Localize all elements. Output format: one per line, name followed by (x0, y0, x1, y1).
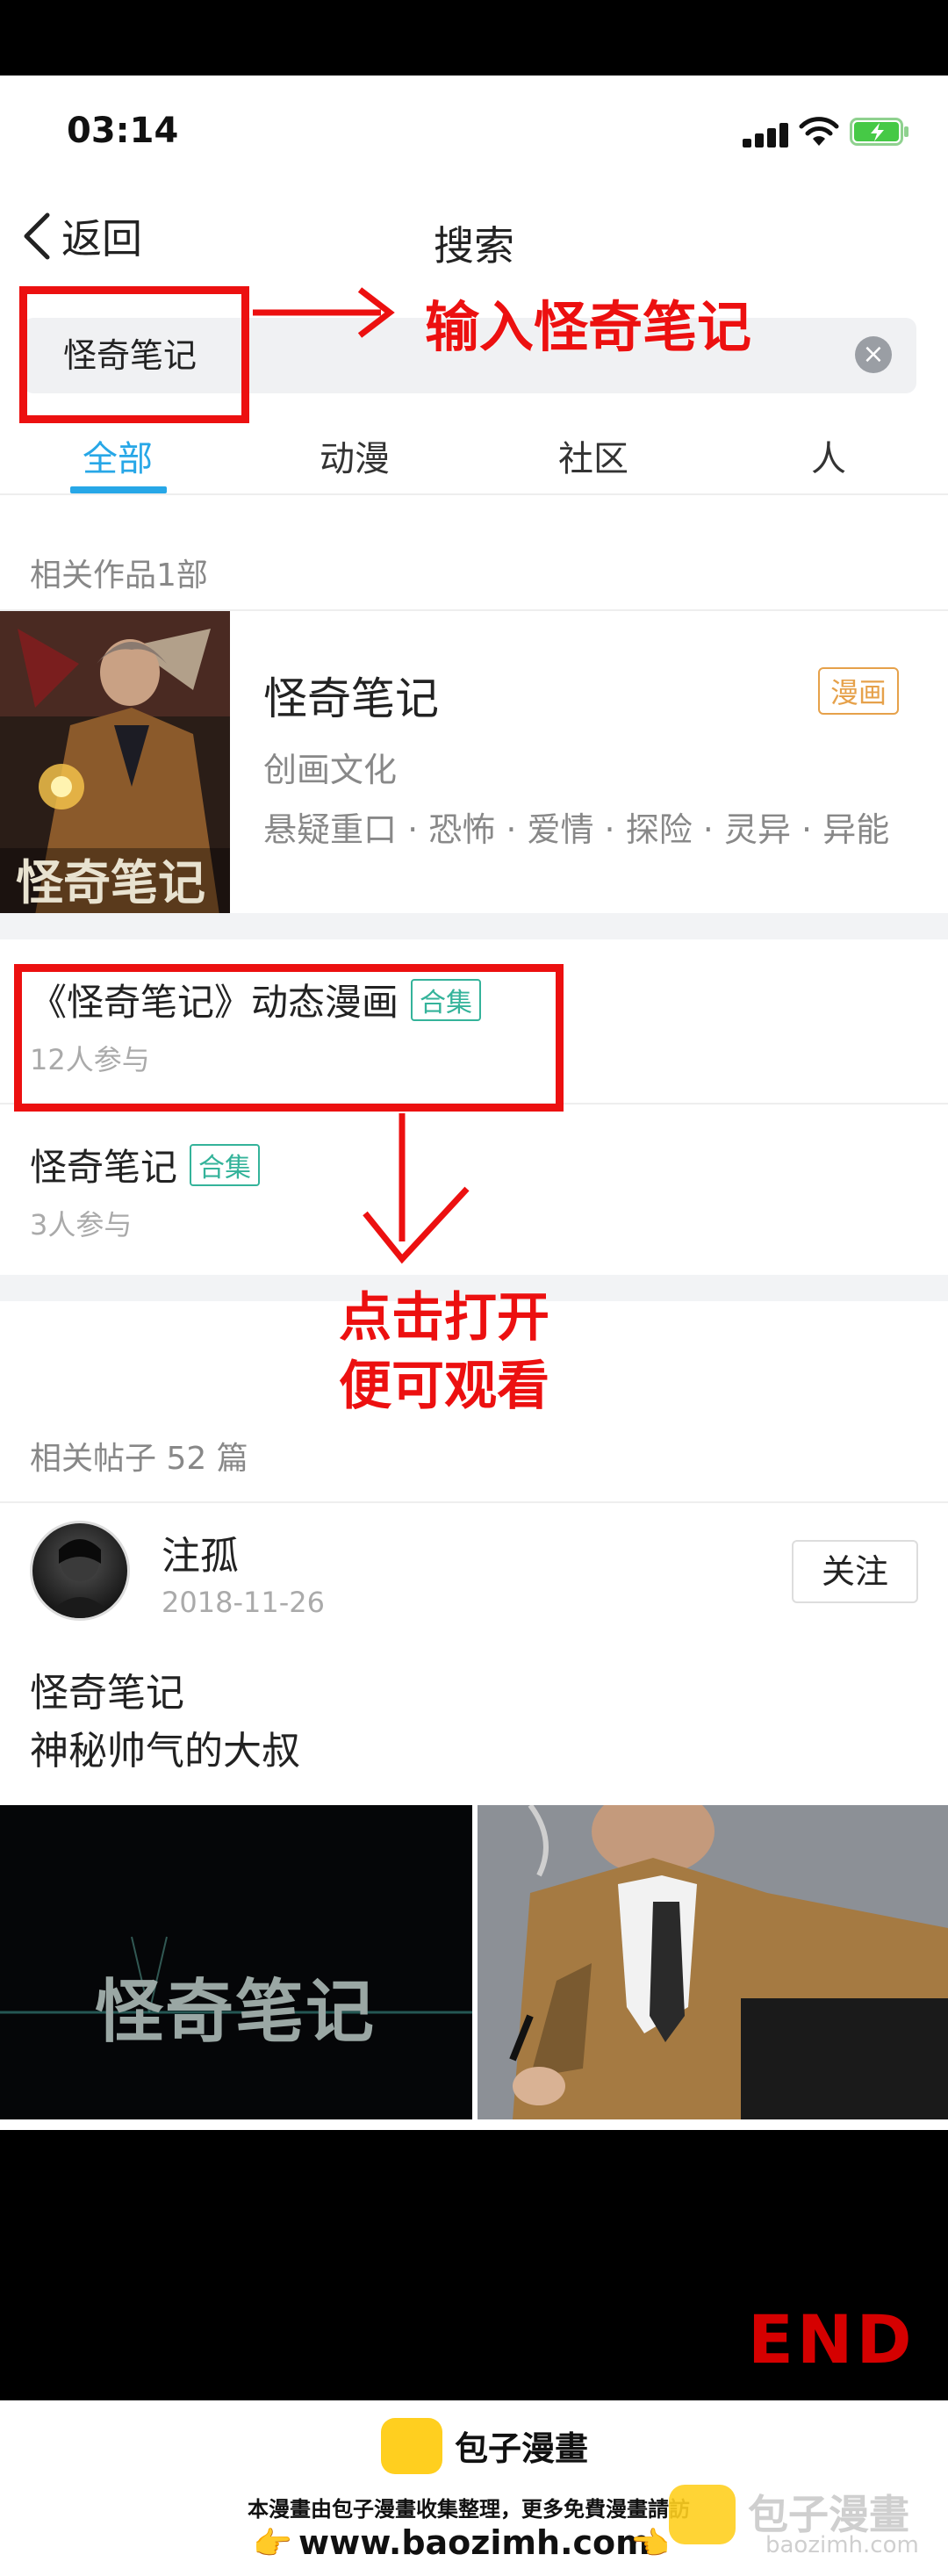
footer-banner: 包子漫畫 本漫畫由包子漫畫收集整理，更多免費漫畫請訪 👉 www.baozimh… (0, 2400, 948, 2576)
thumb-title-text: 怪奇笔记 (95, 1973, 376, 2052)
arrow-down-icon (363, 1113, 470, 1264)
section-divider (0, 913, 948, 939)
pointing-right-icon: 👉 (253, 2526, 292, 2562)
post-author-name[interactable]: 注孤 (162, 1524, 239, 1580)
posts-section-header: 相关帖子 52 篇 (30, 1441, 248, 1477)
post-text-line: 怪奇笔记 (30, 1671, 184, 1716)
post-date: 2018-11-26 (162, 1586, 325, 1619)
works-section-header: 相关作品1部 (30, 558, 208, 594)
status-time: 03:14 (67, 111, 179, 151)
work-genres: 悬疑重口 · 恐怖 · 爱情 · 探险 · 灵异 · 异能 (263, 810, 890, 849)
avatar[interactable] (30, 1521, 130, 1621)
annotation-open-note: 点击打开 (339, 1287, 549, 1349)
end-mark: END (748, 2300, 916, 2378)
work-author: 创画文化 (263, 751, 398, 789)
arrow-right-icon (253, 287, 395, 338)
posts-section-header-row: 相关帖子 52 篇 (0, 1433, 948, 1503)
watermark-url: baozimh.com (765, 2532, 919, 2558)
work-result-item[interactable]: 怪奇笔记 怪奇笔记 漫画 创画文化 悬疑重口 · 恐怖 · 爱情 · 探险 · … (0, 609, 948, 915)
tab-all[interactable]: 全部 (83, 430, 153, 481)
page-title: 搜索 (434, 222, 514, 270)
post-image-title-card[interactable]: 怪奇笔记 (0, 1805, 472, 2119)
clear-search-icon[interactable]: × (855, 336, 892, 373)
watermark-logo-icon (669, 2485, 736, 2544)
post-text-line: 神秘帅气的大叔 (30, 1729, 300, 1774)
highlight-box-collection (14, 964, 564, 1112)
cover-title-text: 怪奇笔记 (16, 855, 205, 910)
annotation-input-note: 输入怪奇笔记 (425, 295, 752, 359)
collection-title: 怪奇笔记 (30, 1146, 178, 1189)
top-black-band (0, 0, 948, 76)
pointing-left-icon: 👈 (630, 2526, 670, 2562)
bun-logo-icon (381, 2418, 442, 2474)
collection-badge: 合集 (190, 1143, 261, 1186)
tab-people[interactable]: 人 (811, 430, 846, 481)
comic-cover-image[interactable]: 怪奇笔记 (0, 611, 230, 915)
wifi-icon (799, 117, 839, 146)
tab-anime[interactable]: 动漫 (320, 430, 390, 481)
work-title: 怪奇笔记 (263, 673, 439, 724)
collection-participants: 3人参与 (30, 1208, 133, 1241)
cellular-signal-icon (743, 121, 792, 148)
battery-charging-icon (850, 118, 908, 146)
footer-url[interactable]: www.baozimh.com (298, 2523, 650, 2562)
post-image-character[interactable] (478, 1805, 948, 2119)
footer-note: 本漫畫由包子漫畫收集整理，更多免費漫畫請訪 (248, 2497, 690, 2522)
follow-button[interactable]: 关注 (792, 1540, 918, 1603)
tab-community[interactable]: 社区 (558, 430, 628, 481)
highlight-box-search (19, 286, 249, 423)
tab-indicator (70, 486, 167, 493)
annotation-open-note: 便可观看 (339, 1356, 549, 1417)
tab-bar: 全部 动漫 社区 人 (0, 416, 948, 495)
work-type-badge: 漫画 (818, 667, 900, 715)
avatar-image (45, 1539, 115, 1618)
footer-brand: 包子漫畫 (455, 2429, 589, 2468)
